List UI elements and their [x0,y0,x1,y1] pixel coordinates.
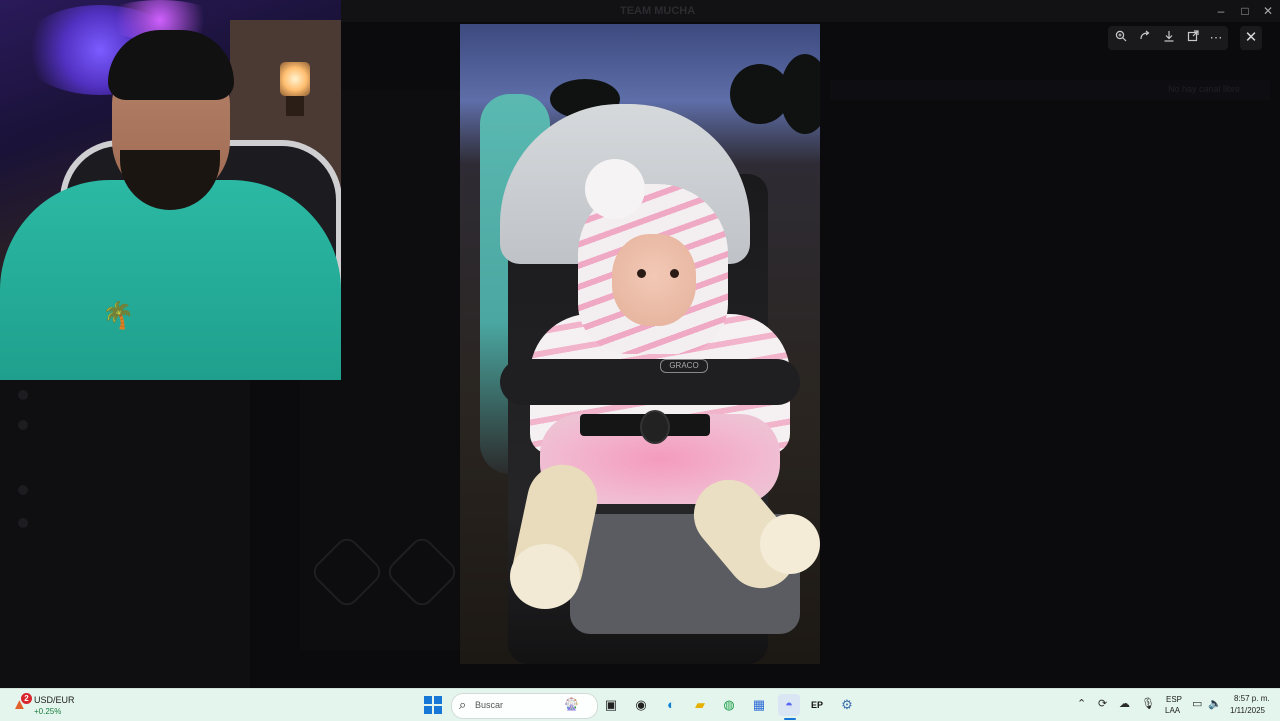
bg-server-icon [18,485,28,495]
cam-lamp [280,62,310,96]
photo-tree [780,54,820,134]
palm-tree-icon: 🌴 [102,300,135,330]
volume-icon[interactable]: 🔈 [1208,697,1222,710]
cloud-icon[interactable]: ☁ [1119,697,1130,710]
bg-server-icon [18,390,28,400]
bg-server-icon [18,420,28,430]
sync-icon[interactable]: ⟳ [1098,697,1107,710]
photo-stroller-bar [500,359,800,405]
photo-baby-eye [637,269,646,278]
photo-baby-eye [670,269,679,278]
bg-hex-shape [383,533,461,611]
download-icon[interactable] [1159,28,1179,48]
photo-baby-bow [585,159,645,219]
microphone-icon[interactable]: 🎙 [1141,697,1155,710]
cam-lamp-base [286,96,304,116]
windows-logo-pane [434,706,442,714]
more-icon[interactable]: ⋯ [1206,28,1226,48]
photo-baby-face [612,234,696,326]
network-icon[interactable]: ▭ [1192,697,1202,710]
search-box[interactable]: ⌕ Buscar 🎡 [451,693,598,719]
windows-logo-pane [424,696,432,704]
photo-stroller-logo: GRACO [660,359,708,373]
obs-icon[interactable]: ◉ [630,694,652,716]
keyboard-layout[interactable]: LAA [1165,706,1180,715]
search-placeholder: Buscar [475,700,504,710]
task-view-icon[interactable]: ▣ [600,694,622,716]
epic-games-icon[interactable]: EP [806,694,828,716]
store-icon[interactable]: ▦ [748,694,770,716]
clock-time[interactable]: 8:57 p. m. [1234,694,1270,703]
minimize-button[interactable]: – [1209,2,1233,20]
webcam-overlay: 🌴 [0,0,341,380]
open-external-icon[interactable] [1183,28,1203,48]
maximize-button[interactable]: □ [1233,2,1257,20]
clock-date[interactable]: 1/11/2025 [1230,706,1265,715]
bg-hex-shape [308,533,386,611]
widget-change: +0.25% [34,707,62,716]
background-right-text: No hay canal libre [1167,84,1240,94]
photo-baby-foot [510,544,580,609]
file-explorer-icon[interactable]: ▰ [689,694,711,716]
start-button[interactable] [424,696,442,714]
window-close-button[interactable]: ✕ [1256,2,1280,20]
cam-person-shirt [0,180,341,380]
background-sidebar [0,380,250,688]
chrome-icon[interactable]: ◍ [718,694,740,716]
taskbar: ▲ 2 USD/EUR +0.25% ⌕ Buscar 🎡 ▣ ◉ ◐ ▰ ◍ … [0,688,1280,721]
background-title: TEAM MUCHA [620,5,696,17]
zoom-in-icon[interactable] [1111,28,1131,48]
settings-icon[interactable]: ⚙ [836,694,858,716]
photo-baby-foot [760,514,820,574]
windows-logo-pane [424,706,432,714]
widget-title: USD/EUR [34,695,75,705]
currency-widget[interactable]: ▲ 2 USD/EUR +0.25% [10,692,100,718]
chevron-up-icon[interactable]: ⌃ [1077,697,1086,710]
edge-icon[interactable]: ◐ [660,694,682,716]
viewer-close-button[interactable]: ✕ [1240,26,1262,50]
background-right-bar: No hay canal libre [830,80,1270,100]
rotate-icon[interactable] [1135,28,1155,48]
viewer-photo[interactable]: GRACO [460,24,820,664]
viewer-toolbar: ⋯ [1108,26,1228,50]
discord-icon[interactable]: ◓ [778,694,800,716]
search-highlight-icon: 🎡 [564,697,579,711]
notification-badge: 2 [21,693,32,704]
language-indicator[interactable]: ESP [1166,695,1182,704]
photo-stroller-buckle [640,410,670,444]
bg-server-icon [18,518,28,528]
cam-person-hair [108,30,234,100]
search-icon: ⌕ [459,697,467,712]
windows-logo-pane [434,696,442,704]
